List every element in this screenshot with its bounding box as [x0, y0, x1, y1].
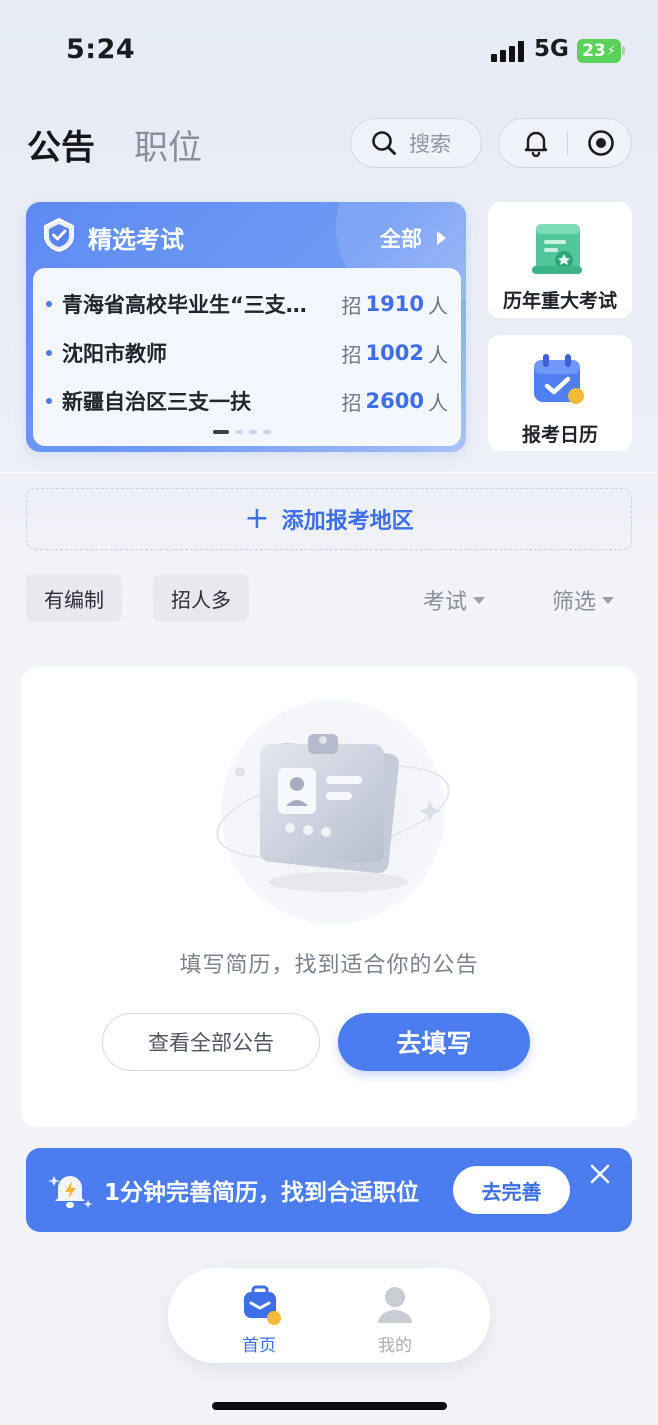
empty-state-message: 填写简历，找到适合你的公告 [179, 953, 479, 978]
exam-count: 2600 [365, 389, 424, 413]
sheet-edge [0, 472, 658, 473]
view-all-link[interactable]: 全部 [380, 223, 447, 253]
bullet [46, 350, 52, 356]
play-arrow-icon [437, 231, 447, 245]
search-label: 搜索 [409, 132, 451, 156]
exam-name: 新疆自治区三支一扶 [62, 390, 251, 414]
exam-dropdown[interactable]: 考试 [423, 584, 486, 616]
user-profile-icon[interactable] [376, 1285, 414, 1327]
plus-icon: + [244, 501, 270, 536]
battery-tip [622, 46, 625, 55]
clipboard-resume-illustration [216, 700, 450, 924]
filter-chip-many-openings[interactable]: 招人多 [153, 574, 249, 622]
exam-count-suffix: 人 [428, 390, 448, 415]
calendar-check-icon [534, 354, 584, 404]
cellular-signal-icon [491, 40, 527, 62]
nav-mine-label[interactable]: 我的 [358, 1331, 432, 1356]
exam-count-prefix: 招 [341, 293, 362, 318]
exam-count-suffix: 人 [428, 293, 448, 318]
home-indicator [212, 1402, 447, 1410]
exam-count-suffix: 人 [428, 342, 448, 367]
record-target-icon[interactable] [587, 129, 615, 157]
exam-count-prefix: 招 [341, 390, 362, 415]
filter-chip-established[interactable]: 有编制 [26, 574, 122, 622]
exam-name: 青海省高校毕业生“三支… [62, 293, 307, 317]
history-exams-label: 历年重大考试 [502, 290, 617, 312]
shield-check-icon [44, 217, 74, 253]
bell-icon[interactable] [523, 129, 549, 157]
add-region-button[interactable]: + 添加报考地区 [26, 488, 632, 550]
bell-lightning-icon [48, 1176, 93, 1208]
exam-item[interactable]: 沈阳市教师 招 1002 人 [46, 337, 448, 369]
filter-dropdown[interactable]: 筛选 [552, 584, 615, 616]
exam-count: 1910 [365, 292, 424, 316]
battery-icon: 23 ⚡ [577, 39, 621, 63]
add-region-label: 添加报考地区 [281, 509, 414, 534]
exam-item[interactable]: 青海省高校毕业生“三支… 招 1910 人 [46, 288, 448, 320]
tab-positions[interactable]: 职位 [134, 120, 202, 169]
caret-down-icon [473, 596, 486, 604]
carousel-pager [213, 430, 271, 434]
battery-level: 23 [582, 41, 606, 61]
bullet [46, 398, 52, 404]
filter-dropdown-label: 筛选 [552, 590, 597, 615]
view-all-announcements-button[interactable]: 查看全部公告 [102, 1013, 320, 1071]
view-all-label: 全部 [380, 227, 422, 251]
close-icon[interactable] [587, 1161, 613, 1187]
tab-announcements[interactable]: 公告 [27, 120, 95, 169]
header-actions [498, 118, 632, 168]
exam-name: 沈阳市教师 [62, 342, 167, 366]
bottom-nav [168, 1268, 490, 1363]
pager-dot [249, 430, 257, 434]
search-icon [372, 131, 396, 155]
fill-resume-button[interactable]: 去填写 [338, 1013, 530, 1071]
nav-home-label[interactable]: 首页 [222, 1331, 296, 1356]
search-button[interactable]: 搜索 [350, 118, 482, 168]
complete-resume-button[interactable]: 去完善 [453, 1166, 570, 1214]
exam-dropdown-label: 考试 [423, 590, 468, 615]
bullet [46, 301, 52, 307]
exam-count-prefix: 招 [341, 342, 362, 367]
exam-calendar-label: 报考日历 [521, 424, 598, 446]
pager-dot-active [213, 430, 229, 434]
status-time: 5:24 [66, 34, 136, 65]
pager-dot [263, 430, 271, 434]
briefcase-home-icon[interactable] [241, 1285, 285, 1329]
divider [567, 131, 568, 155]
pager-dot [235, 430, 243, 434]
scroll-certificate-icon [532, 224, 582, 274]
caret-down-icon [602, 596, 615, 604]
exam-item[interactable]: 新疆自治区三支一扶 招 2600 人 [46, 385, 448, 417]
exam-count: 1002 [365, 341, 424, 365]
promo-banner-text: 1分钟完善简历，找到合适职位 [104, 1180, 420, 1206]
featured-exams-title: 精选考试 [88, 226, 184, 254]
network-type: 5G [534, 36, 569, 62]
